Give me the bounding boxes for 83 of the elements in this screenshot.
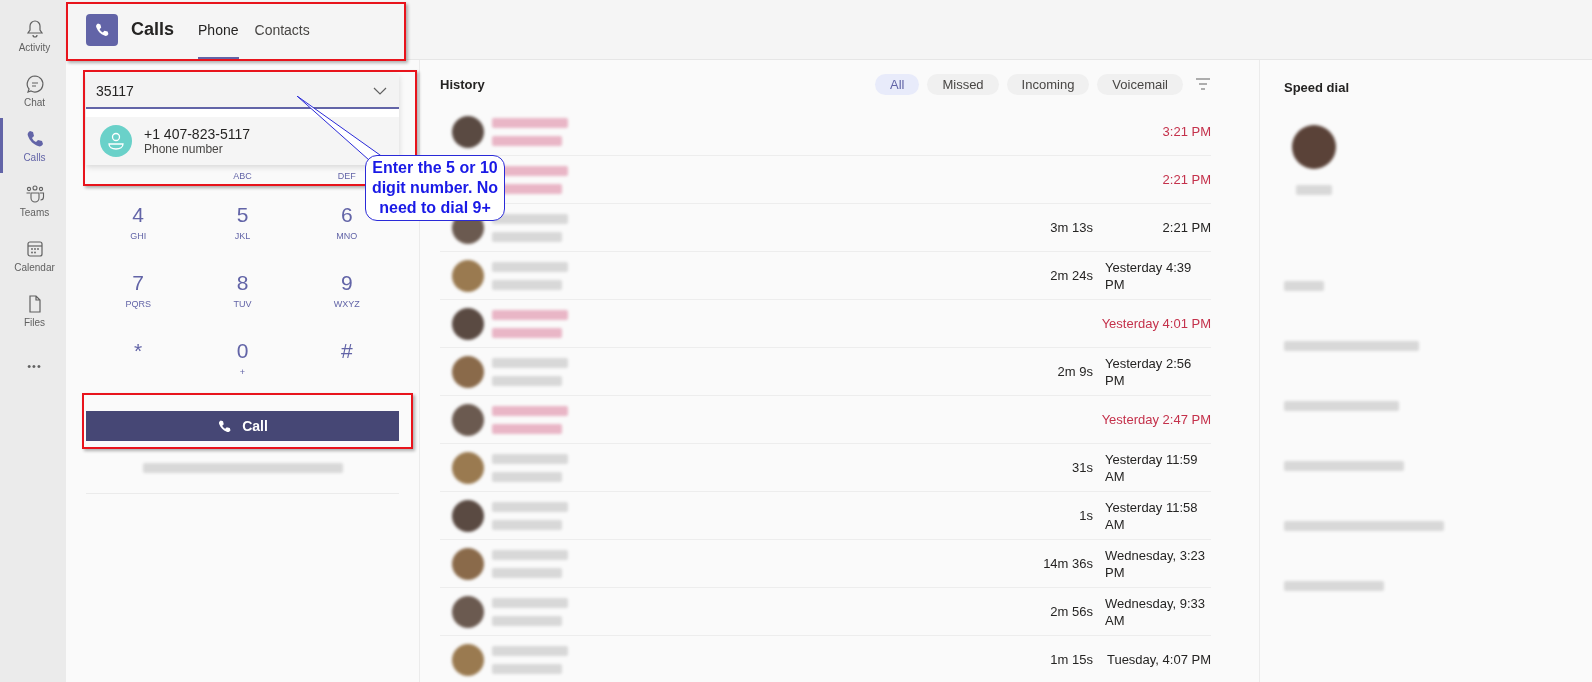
rail-item[interactable]: •••	[0, 338, 66, 393]
filter-chip[interactable]: All	[874, 73, 920, 95]
call-duration: 2m 24s	[1049, 268, 1093, 283]
redacted-text	[492, 615, 562, 626]
avatar	[452, 115, 484, 148]
phone-icon	[217, 418, 233, 434]
callout-tooltip: Enter the 5 or 10 digit number. No need to dial 9+	[365, 155, 505, 221]
avatar	[452, 643, 484, 676]
filter-chip[interactable]: Incoming	[1006, 73, 1090, 95]
redacted-text	[492, 231, 562, 242]
number-field[interactable]: 35117	[86, 74, 399, 109]
call-duration: 1m 15s	[1049, 652, 1093, 667]
dial-key[interactable]: 6 MNO	[336, 203, 358, 251]
calendar-icon	[24, 238, 45, 259]
rail-item[interactable]: Chat	[0, 63, 66, 118]
avatar	[452, 499, 484, 532]
dial-key[interactable]: 0 +	[236, 339, 249, 387]
call-time: Yesterday 4:01 PM	[1101, 315, 1211, 332]
avatar	[452, 259, 484, 292]
avatar	[452, 451, 484, 484]
section-title: Speed dial	[1284, 80, 1351, 95]
call-time: Yesterday 2:47 PM	[1101, 411, 1211, 428]
call-time: Wednesday, 3:23 PM	[1105, 546, 1206, 581]
call-duration: 2m 56s	[1049, 604, 1093, 619]
redacted-text	[492, 663, 562, 674]
filter-chip[interactable]: Missed	[927, 73, 999, 95]
key-letters: ABC	[232, 171, 253, 181]
call-time: Yesterday 4:39 PM	[1105, 258, 1193, 293]
bell-icon	[24, 18, 45, 39]
redacted-text	[492, 567, 562, 578]
call-time: Wednesday, 9:33 AM	[1105, 594, 1206, 629]
avatar	[452, 547, 484, 580]
section-title: History	[440, 76, 485, 92]
call-time: Yesterday 11:58 AM	[1105, 498, 1199, 533]
dial-key[interactable]: #	[341, 339, 353, 387]
avatar	[452, 355, 484, 388]
dial-key[interactable]: 7 PQRS	[125, 271, 151, 319]
rail-item[interactable]: Activity	[0, 8, 66, 63]
call-duration: 2m 9s	[1056, 364, 1093, 379]
redacted-text	[492, 519, 562, 530]
redacted-name	[1284, 281, 1324, 291]
avatar	[452, 595, 484, 628]
app-icon	[86, 13, 118, 46]
call-time: Yesterday 2:56 PM	[1105, 354, 1193, 389]
chevron-down-icon	[373, 87, 387, 95]
redacted-text	[492, 279, 562, 290]
rail-item[interactable]: Teams	[0, 173, 66, 228]
dial-key[interactable]: *	[134, 339, 143, 387]
rail-item[interactable]: Calls	[0, 118, 66, 173]
contact-icon	[100, 125, 132, 157]
redacted-text	[492, 327, 562, 338]
redacted-name	[1296, 185, 1332, 195]
rail-item[interactable]: Files	[0, 283, 66, 338]
dial-key[interactable]: 5 JKL	[234, 203, 251, 251]
call-duration: 31s	[1071, 460, 1093, 475]
tab[interactable]: Contacts	[254, 0, 310, 60]
tab[interactable]: Phone	[198, 0, 239, 60]
call-button[interactable]: Call	[86, 411, 399, 441]
redacted-text	[492, 375, 562, 386]
call-duration: 14m 36s	[1042, 556, 1093, 571]
key-letters: DEF	[336, 171, 357, 181]
avatar	[452, 307, 484, 340]
people-icon	[24, 183, 45, 204]
filter-chip[interactable]: Voicemail	[1097, 73, 1183, 95]
call-time: Tuesday, 4:07 PM	[1106, 651, 1211, 668]
avatar	[1292, 125, 1336, 169]
chat-icon	[24, 73, 45, 94]
call-time: 2:21 PM	[1162, 219, 1211, 236]
redacted-text	[492, 135, 562, 146]
filter-icon[interactable]	[1195, 78, 1211, 90]
rail-item[interactable]: Calendar	[0, 228, 66, 283]
dial-key[interactable]: 4 GHI	[130, 203, 147, 251]
redacted-text	[492, 423, 562, 434]
call-duration: 1s	[1078, 508, 1093, 523]
redacted-text	[492, 471, 562, 482]
app-title: Calls	[131, 19, 175, 40]
call-time: 2:21 PM	[1162, 171, 1211, 188]
dial-key[interactable]: 8 TUV	[233, 271, 252, 319]
avatar	[452, 403, 484, 436]
dial-key[interactable]: 9 WXYZ	[333, 271, 360, 319]
call-time: Yesterday 11:59 AM	[1105, 450, 1199, 485]
call-time: 3:21 PM	[1162, 123, 1211, 140]
call-duration: 3m 13s	[1049, 220, 1093, 235]
